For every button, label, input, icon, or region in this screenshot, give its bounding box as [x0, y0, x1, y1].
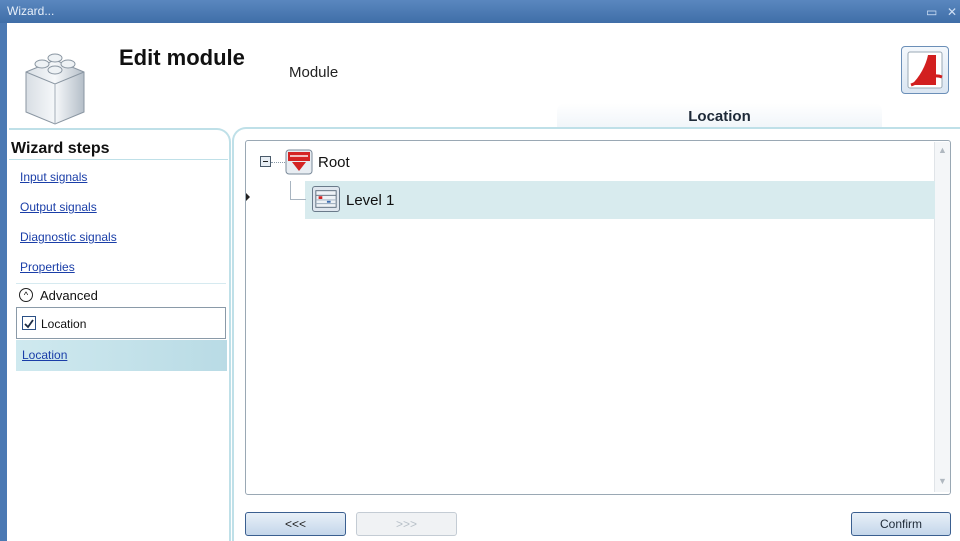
panel-handle-icon[interactable] — [246, 193, 250, 201]
tree-node-selected[interactable] — [305, 181, 935, 219]
location-checkbox-label: Location — [41, 317, 87, 331]
step-link-diagnostic-signals[interactable]: Diagnostic signals — [20, 230, 117, 244]
page-subtitle: Module — [289, 64, 339, 81]
pdf-button[interactable] — [901, 46, 949, 94]
step-link-output-signals[interactable]: Output signals — [20, 200, 97, 214]
tree-node-label[interactable]: Level 1 — [346, 192, 394, 209]
scroll-down-icon[interactable]: ▼ — [938, 476, 947, 486]
back-button[interactable]: <<< — [245, 512, 346, 536]
tab-location[interactable]: Location — [557, 103, 882, 129]
divider — [9, 159, 228, 160]
advanced-label: Advanced — [40, 288, 98, 303]
step-link-input-signals[interactable]: Input signals — [20, 170, 87, 184]
location-checkbox[interactable] — [22, 316, 36, 330]
checkmark-icon — [24, 319, 34, 329]
level-node-icon — [312, 186, 340, 212]
chevron-up-icon: ^ — [19, 288, 33, 302]
module-icon — [25, 53, 85, 125]
step-selected-location[interactable]: Location — [16, 340, 227, 371]
tree-connector — [271, 162, 285, 164]
confirm-button[interactable]: Confirm — [851, 512, 951, 536]
close-icon[interactable]: ✕ — [947, 5, 957, 19]
collapse-node-icon[interactable] — [260, 156, 271, 167]
restore-icon[interactable]: ▭ — [926, 5, 937, 19]
location-checkbox-row[interactable]: Location — [16, 307, 226, 339]
pdf-icon — [907, 51, 943, 89]
step-link-properties[interactable]: Properties — [20, 260, 75, 274]
window-left-border — [0, 23, 7, 541]
scroll-up-icon[interactable]: ▲ — [938, 145, 947, 155]
window-titlebar: Wizard... ▭ ✕ — [0, 0, 960, 23]
root-node-icon — [285, 149, 313, 175]
tree-connector — [290, 181, 291, 200]
window-title: Wizard... — [7, 4, 55, 18]
tree-scrollbar[interactable]: ▲ ▼ — [934, 142, 950, 492]
next-button[interactable]: >>> — [356, 512, 457, 536]
advanced-section-toggle[interactable]: ^ Advanced — [16, 283, 226, 307]
tree-connector — [290, 199, 306, 200]
tree-node-label[interactable]: Root — [318, 154, 350, 171]
wizard-steps-title: Wizard steps — [11, 140, 110, 157]
step-link-location[interactable]: Location — [22, 348, 67, 362]
page-title: Edit module — [119, 45, 245, 70]
